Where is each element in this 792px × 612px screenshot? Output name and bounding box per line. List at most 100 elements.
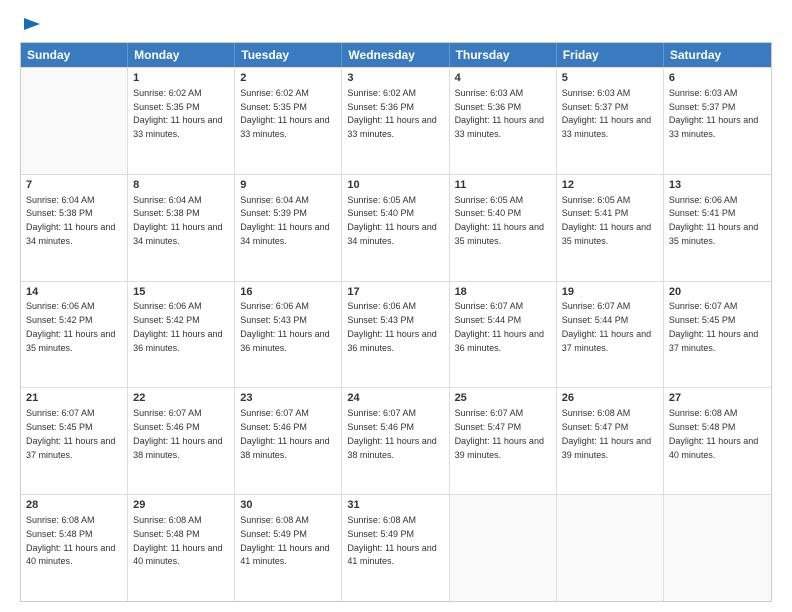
cell-info: Sunrise: 6:07 AMSunset: 5:45 PMDaylight:… bbox=[669, 301, 758, 352]
day-number: 2 bbox=[240, 71, 336, 86]
header-friday: Friday bbox=[557, 43, 664, 67]
cell-info: Sunrise: 6:03 AMSunset: 5:37 PMDaylight:… bbox=[562, 88, 651, 139]
cell-info: Sunrise: 6:02 AMSunset: 5:35 PMDaylight:… bbox=[240, 88, 329, 139]
cell-info: Sunrise: 6:07 AMSunset: 5:44 PMDaylight:… bbox=[562, 301, 651, 352]
calendar-cell bbox=[450, 495, 557, 601]
cell-info: Sunrise: 6:05 AMSunset: 5:41 PMDaylight:… bbox=[562, 195, 651, 246]
calendar-row-4: 28 Sunrise: 6:08 AMSunset: 5:48 PMDayligh… bbox=[21, 494, 771, 601]
calendar-row-1: 7 Sunrise: 6:04 AMSunset: 5:38 PMDaylight… bbox=[21, 174, 771, 281]
day-number: 10 bbox=[347, 178, 443, 193]
header-monday: Monday bbox=[128, 43, 235, 67]
calendar-header: Sunday Monday Tuesday Wednesday Thursday… bbox=[21, 43, 771, 67]
calendar-cell: 28 Sunrise: 6:08 AMSunset: 5:48 PMDayligh… bbox=[21, 495, 128, 601]
calendar-cell bbox=[21, 68, 128, 174]
cell-info: Sunrise: 6:03 AMSunset: 5:37 PMDaylight:… bbox=[669, 88, 758, 139]
day-number: 18 bbox=[455, 285, 551, 300]
header-wednesday: Wednesday bbox=[342, 43, 449, 67]
day-number: 24 bbox=[347, 391, 443, 406]
calendar-cell: 14Sunrise: 6:06 AMSunset: 5:42 PMDayligh… bbox=[21, 282, 128, 388]
calendar-row-3: 21Sunrise: 6:07 AMSunset: 5:45 PMDayligh… bbox=[21, 387, 771, 494]
header-sunday: Sunday bbox=[21, 43, 128, 67]
day-number: 9 bbox=[240, 178, 336, 193]
calendar-cell: 11 Sunrise: 6:05 AMSunset: 5:40 PMDayligh… bbox=[450, 175, 557, 281]
calendar-cell: 10 Sunrise: 6:05 AMSunset: 5:40 PMDayligh… bbox=[342, 175, 449, 281]
header-tuesday: Tuesday bbox=[235, 43, 342, 67]
day-number: 26 bbox=[562, 391, 658, 406]
header bbox=[20, 16, 772, 34]
day-number: 28 bbox=[26, 498, 122, 513]
calendar-cell: 1Sunrise: 6:02 AMSunset: 5:35 PMDaylight… bbox=[128, 68, 235, 174]
day-number: 8 bbox=[133, 178, 229, 193]
calendar-cell: 29Sunrise: 6:08 AMSunset: 5:48 PMDayligh… bbox=[128, 495, 235, 601]
calendar-cell: 19Sunrise: 6:07 AMSunset: 5:44 PMDayligh… bbox=[557, 282, 664, 388]
calendar-cell: 26 Sunrise: 6:08 AMSunset: 5:47 PMDayligh… bbox=[557, 388, 664, 494]
day-number: 12 bbox=[562, 178, 658, 193]
calendar: Sunday Monday Tuesday Wednesday Thursday… bbox=[20, 42, 772, 602]
cell-info: Sunrise: 6:03 AMSunset: 5:36 PMDaylight:… bbox=[455, 88, 544, 139]
cell-info: Sunrise: 6:08 AMSunset: 5:49 PMDaylight:… bbox=[240, 515, 329, 566]
calendar-cell: 21Sunrise: 6:07 AMSunset: 5:45 PMDayligh… bbox=[21, 388, 128, 494]
day-number: 3 bbox=[347, 71, 443, 86]
cell-info: Sunrise: 6:06 AMSunset: 5:42 PMDaylight:… bbox=[133, 301, 222, 352]
calendar-cell: 5 Sunrise: 6:03 AMSunset: 5:37 PMDaylight… bbox=[557, 68, 664, 174]
cell-info: Sunrise: 6:06 AMSunset: 5:41 PMDaylight:… bbox=[669, 195, 758, 246]
cell-info: Sunrise: 6:04 AMSunset: 5:38 PMDaylight:… bbox=[26, 195, 115, 246]
cell-info: Sunrise: 6:07 AMSunset: 5:45 PMDaylight:… bbox=[26, 408, 115, 459]
day-number: 7 bbox=[26, 178, 122, 193]
page: Sunday Monday Tuesday Wednesday Thursday… bbox=[0, 0, 792, 612]
calendar-cell: 7 Sunrise: 6:04 AMSunset: 5:38 PMDaylight… bbox=[21, 175, 128, 281]
cell-info: Sunrise: 6:08 AMSunset: 5:48 PMDaylight:… bbox=[26, 515, 115, 566]
calendar-cell: 31 Sunrise: 6:08 AMSunset: 5:49 PMDayligh… bbox=[342, 495, 449, 601]
calendar-cell: 13 Sunrise: 6:06 AMSunset: 5:41 PMDayligh… bbox=[664, 175, 771, 281]
calendar-cell: 18Sunrise: 6:07 AMSunset: 5:44 PMDayligh… bbox=[450, 282, 557, 388]
cell-info: Sunrise: 6:08 AMSunset: 5:49 PMDaylight:… bbox=[347, 515, 436, 566]
calendar-row-0: 1Sunrise: 6:02 AMSunset: 5:35 PMDaylight… bbox=[21, 67, 771, 174]
calendar-cell: 30 Sunrise: 6:08 AMSunset: 5:49 PMDayligh… bbox=[235, 495, 342, 601]
calendar-cell: 24Sunrise: 6:07 AMSunset: 5:46 PMDayligh… bbox=[342, 388, 449, 494]
calendar-cell: 22 Sunrise: 6:07 AMSunset: 5:46 PMDayligh… bbox=[128, 388, 235, 494]
cell-info: Sunrise: 6:08 AMSunset: 5:48 PMDaylight:… bbox=[669, 408, 758, 459]
day-number: 25 bbox=[455, 391, 551, 406]
cell-info: Sunrise: 6:07 AMSunset: 5:46 PMDaylight:… bbox=[240, 408, 329, 459]
calendar-cell: 15Sunrise: 6:06 AMSunset: 5:42 PMDayligh… bbox=[128, 282, 235, 388]
day-number: 13 bbox=[669, 178, 766, 193]
calendar-row-2: 14Sunrise: 6:06 AMSunset: 5:42 PMDayligh… bbox=[21, 281, 771, 388]
day-number: 22 bbox=[133, 391, 229, 406]
day-number: 30 bbox=[240, 498, 336, 513]
calendar-cell bbox=[664, 495, 771, 601]
cell-info: Sunrise: 6:08 AMSunset: 5:47 PMDaylight:… bbox=[562, 408, 651, 459]
header-saturday: Saturday bbox=[664, 43, 771, 67]
day-number: 5 bbox=[562, 71, 658, 86]
cell-info: Sunrise: 6:05 AMSunset: 5:40 PMDaylight:… bbox=[347, 195, 436, 246]
cell-info: Sunrise: 6:07 AMSunset: 5:47 PMDaylight:… bbox=[455, 408, 544, 459]
calendar-cell: 12 Sunrise: 6:05 AMSunset: 5:41 PMDayligh… bbox=[557, 175, 664, 281]
cell-info: Sunrise: 6:02 AMSunset: 5:35 PMDaylight:… bbox=[133, 88, 222, 139]
logo-flag-icon bbox=[22, 16, 42, 34]
calendar-cell: 17Sunrise: 6:06 AMSunset: 5:43 PMDayligh… bbox=[342, 282, 449, 388]
calendar-cell: 16Sunrise: 6:06 AMSunset: 5:43 PMDayligh… bbox=[235, 282, 342, 388]
calendar-cell: 8 Sunrise: 6:04 AMSunset: 5:38 PMDaylight… bbox=[128, 175, 235, 281]
day-number: 11 bbox=[455, 178, 551, 193]
day-number: 6 bbox=[669, 71, 766, 86]
calendar-body: 1Sunrise: 6:02 AMSunset: 5:35 PMDaylight… bbox=[21, 67, 771, 601]
calendar-cell: 6 Sunrise: 6:03 AMSunset: 5:37 PMDaylight… bbox=[664, 68, 771, 174]
cell-info: Sunrise: 6:06 AMSunset: 5:42 PMDaylight:… bbox=[26, 301, 115, 352]
day-number: 19 bbox=[562, 285, 658, 300]
calendar-cell: 2 Sunrise: 6:02 AMSunset: 5:35 PMDaylight… bbox=[235, 68, 342, 174]
calendar-cell: 4 Sunrise: 6:03 AMSunset: 5:36 PMDaylight… bbox=[450, 68, 557, 174]
day-number: 31 bbox=[347, 498, 443, 513]
day-number: 27 bbox=[669, 391, 766, 406]
cell-info: Sunrise: 6:07 AMSunset: 5:46 PMDaylight:… bbox=[133, 408, 222, 459]
day-number: 20 bbox=[669, 285, 766, 300]
day-number: 14 bbox=[26, 285, 122, 300]
day-number: 4 bbox=[455, 71, 551, 86]
cell-info: Sunrise: 6:08 AMSunset: 5:48 PMDaylight:… bbox=[133, 515, 222, 566]
cell-info: Sunrise: 6:04 AMSunset: 5:38 PMDaylight:… bbox=[133, 195, 222, 246]
cell-info: Sunrise: 6:06 AMSunset: 5:43 PMDaylight:… bbox=[347, 301, 436, 352]
day-number: 16 bbox=[240, 285, 336, 300]
cell-info: Sunrise: 6:04 AMSunset: 5:39 PMDaylight:… bbox=[240, 195, 329, 246]
cell-info: Sunrise: 6:02 AMSunset: 5:36 PMDaylight:… bbox=[347, 88, 436, 139]
logo bbox=[20, 16, 40, 34]
day-number: 17 bbox=[347, 285, 443, 300]
cell-info: Sunrise: 6:05 AMSunset: 5:40 PMDaylight:… bbox=[455, 195, 544, 246]
